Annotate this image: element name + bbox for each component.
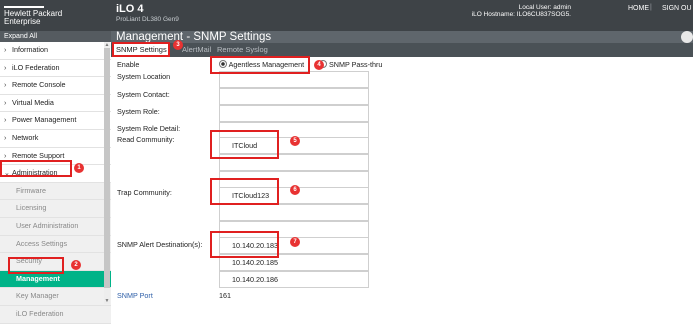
- user-info: Local User: admin iLO Hostname: ILO6CU83…: [472, 4, 571, 18]
- system-role-label: System Role:: [117, 107, 160, 116]
- page-title: Management - SNMP Settings: [111, 31, 693, 43]
- enable-label: Enable: [117, 60, 140, 69]
- annotation-box-management: [8, 257, 64, 274]
- sidebar-item-remote-console[interactable]: › Remote Console: [0, 77, 111, 95]
- annotation-badge: 4: [314, 60, 324, 70]
- top-header: Hewlett Packard Enterprise iLO 4 ProLian…: [0, 0, 693, 31]
- home-link[interactable]: HOME: [628, 5, 649, 12]
- read-community-label: Read Community:: [117, 135, 175, 144]
- chevron-right-icon: ›: [4, 132, 7, 142]
- hpe-logo: Hewlett Packard Enterprise: [4, 6, 62, 26]
- system-contact-label: System Contact:: [117, 90, 170, 99]
- annotation-box-trap-community: [210, 178, 279, 205]
- alert-destination-label: SNMP Alert Destination(s):: [117, 240, 203, 249]
- chevron-right-icon: ›: [4, 115, 7, 125]
- scroll-down-icon[interactable]: ▼: [104, 298, 110, 304]
- tab-remote-syslog[interactable]: Remote Syslog: [217, 43, 268, 57]
- sidebar-item-label: Virtual Media: [12, 97, 54, 107]
- system-location-label: System Location: [117, 72, 171, 81]
- tab-alertmail[interactable]: AlertMail: [182, 43, 211, 57]
- annotation-box-read-community: [210, 130, 279, 159]
- annotation-badge: 1: [74, 163, 84, 173]
- snmp-pass-thru-option[interactable]: SNMP Pass-thru: [319, 60, 382, 69]
- scrollbar-thumb[interactable]: [104, 48, 110, 288]
- annotation-box-snmp-tab: [112, 42, 170, 57]
- sidebar-subitem-ilo-federation[interactable]: iLO Federation: [0, 305, 111, 324]
- header-separator: |: [650, 4, 652, 11]
- sidebar-item-information[interactable]: › Information: [0, 42, 111, 60]
- snmp-port-value: 161: [219, 291, 231, 300]
- annotation-badge: 3: [173, 40, 183, 50]
- annotation-box-agentless: [210, 56, 310, 74]
- system-role-detail-label: System Role Detail:: [117, 124, 181, 133]
- sidebar-subitem-user-administration[interactable]: User Administration: [0, 217, 111, 236]
- expand-all-button[interactable]: Expand All: [0, 31, 111, 42]
- sidebar-item-label: Network: [12, 132, 39, 142]
- annotation-badge: 2: [71, 260, 81, 270]
- snmp-settings-form: Enable Agentless Management SNMP Pass-th…: [111, 57, 693, 310]
- annotation-badge: 6: [290, 185, 300, 195]
- chevron-right-icon: ›: [4, 80, 7, 90]
- annotation-box-administration: [0, 160, 72, 177]
- logo-line2: Enterprise: [4, 17, 41, 26]
- sidebar-item-power-management[interactable]: › Power Management: [0, 112, 111, 130]
- tab-bar: SNMP Settings AlertMail Remote Syslog: [111, 43, 693, 57]
- annotation-box-alert-destination: [210, 231, 279, 258]
- option-label: SNMP Pass-thru: [329, 60, 383, 69]
- annotation-badge: 5: [290, 136, 300, 146]
- chevron-right-icon: ›: [4, 45, 7, 54]
- sidebar-item-ilo-federation[interactable]: › iLO Federation: [0, 59, 111, 78]
- sidebar-subitem-licensing[interactable]: Licensing: [0, 200, 111, 218]
- ilo-hostname: iLO Hostname: ILO6CU837SOG5.: [471, 11, 571, 18]
- sidebar-subitem-firmware[interactable]: Firmware: [0, 182, 111, 201]
- sign-out-link[interactable]: SIGN OU: [662, 5, 692, 12]
- sidebar-subitem-access-settings[interactable]: Access Settings: [0, 235, 111, 254]
- sidebar-item-virtual-media[interactable]: › Virtual Media: [0, 94, 111, 113]
- sidebar-item-label: Remote Console: [12, 80, 66, 90]
- server-model: ProLiant DL380 Gen9: [116, 16, 179, 23]
- system-contact-field[interactable]: [219, 88, 369, 105]
- alert-destination-field-3[interactable]: 10.140.20.186: [219, 271, 369, 288]
- annotation-badge: 7: [290, 237, 300, 247]
- local-user: Local User: admin: [518, 4, 571, 11]
- sidebar-item-label: iLO Federation: [12, 62, 60, 72]
- chevron-right-icon: ›: [4, 62, 7, 72]
- trap-community-field-2[interactable]: [219, 204, 369, 221]
- sidebar-scrollbar[interactable]: ▲ ▼: [104, 42, 110, 304]
- chevron-right-icon: ›: [4, 97, 7, 107]
- trap-community-label: Trap Community:: [117, 188, 172, 197]
- logo-bar: [4, 6, 44, 8]
- ilo-title: iLO 4: [116, 3, 144, 15]
- system-role-field[interactable]: [219, 105, 369, 122]
- sidebar-subitem-key-manager[interactable]: Key Manager: [0, 288, 111, 306]
- snmp-port-label[interactable]: SNMP Port: [117, 291, 153, 300]
- sidebar-item-network[interactable]: › Network: [0, 129, 111, 148]
- sidebar-item-label: Information: [12, 45, 48, 54]
- help-icon[interactable]: [681, 31, 693, 43]
- sidebar-item-label: Power Management: [12, 115, 77, 125]
- sidebar-item-label: Remote Support: [12, 150, 65, 160]
